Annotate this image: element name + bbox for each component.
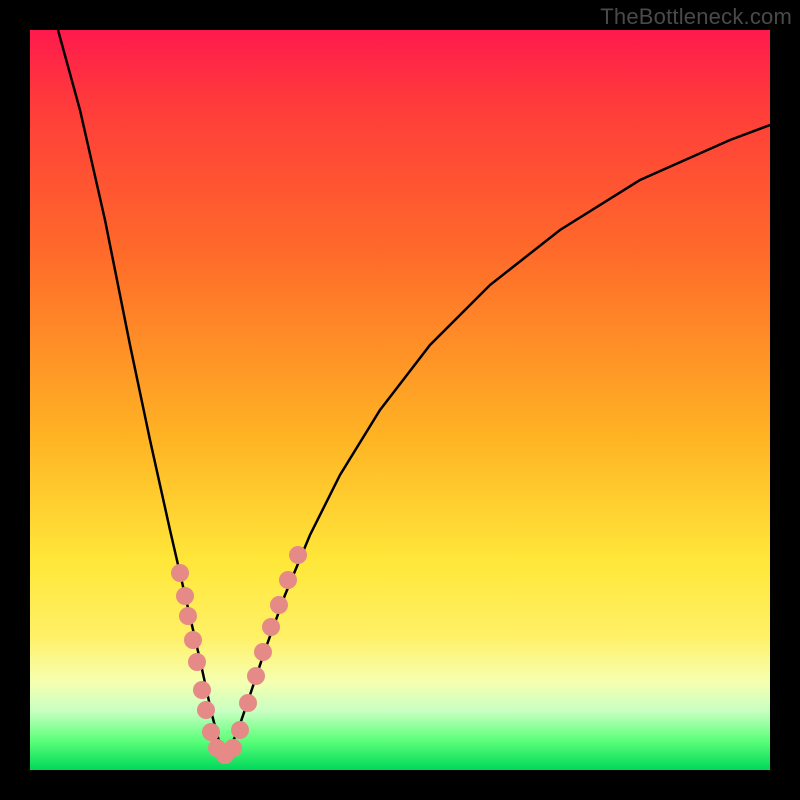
marker-dot bbox=[197, 701, 215, 719]
marker-dot bbox=[247, 667, 265, 685]
marker-dot bbox=[262, 618, 280, 636]
highlighted-points bbox=[171, 546, 307, 764]
marker-dot bbox=[179, 607, 197, 625]
marker-dot bbox=[279, 571, 297, 589]
marker-dot bbox=[184, 631, 202, 649]
bottleneck-curve bbox=[58, 30, 770, 755]
chart-frame: TheBottleneck.com bbox=[0, 0, 800, 800]
marker-dot bbox=[231, 721, 249, 739]
marker-dot bbox=[254, 643, 272, 661]
marker-dot bbox=[289, 546, 307, 564]
marker-dot bbox=[193, 681, 211, 699]
watermark-text: TheBottleneck.com bbox=[600, 4, 792, 30]
marker-dot bbox=[270, 596, 288, 614]
marker-dot bbox=[224, 739, 242, 757]
plot-area bbox=[30, 30, 770, 770]
marker-dot bbox=[239, 694, 257, 712]
marker-dot bbox=[202, 723, 220, 741]
chart-svg bbox=[30, 30, 770, 770]
marker-dot bbox=[176, 587, 194, 605]
marker-dot bbox=[171, 564, 189, 582]
marker-dot bbox=[188, 653, 206, 671]
